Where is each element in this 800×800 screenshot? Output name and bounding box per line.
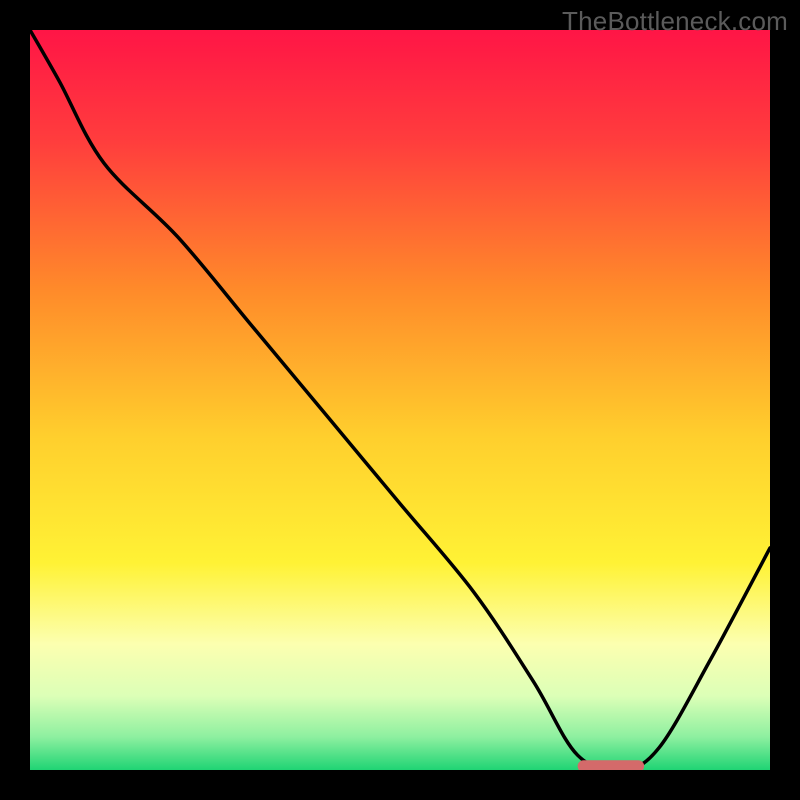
chart-frame: TheBottleneck.com	[0, 0, 800, 800]
watermark-text: TheBottleneck.com	[562, 6, 788, 37]
optimal-marker	[578, 760, 645, 770]
gradient-background	[30, 30, 770, 770]
plot-area	[30, 30, 770, 776]
chart-svg	[30, 30, 770, 770]
